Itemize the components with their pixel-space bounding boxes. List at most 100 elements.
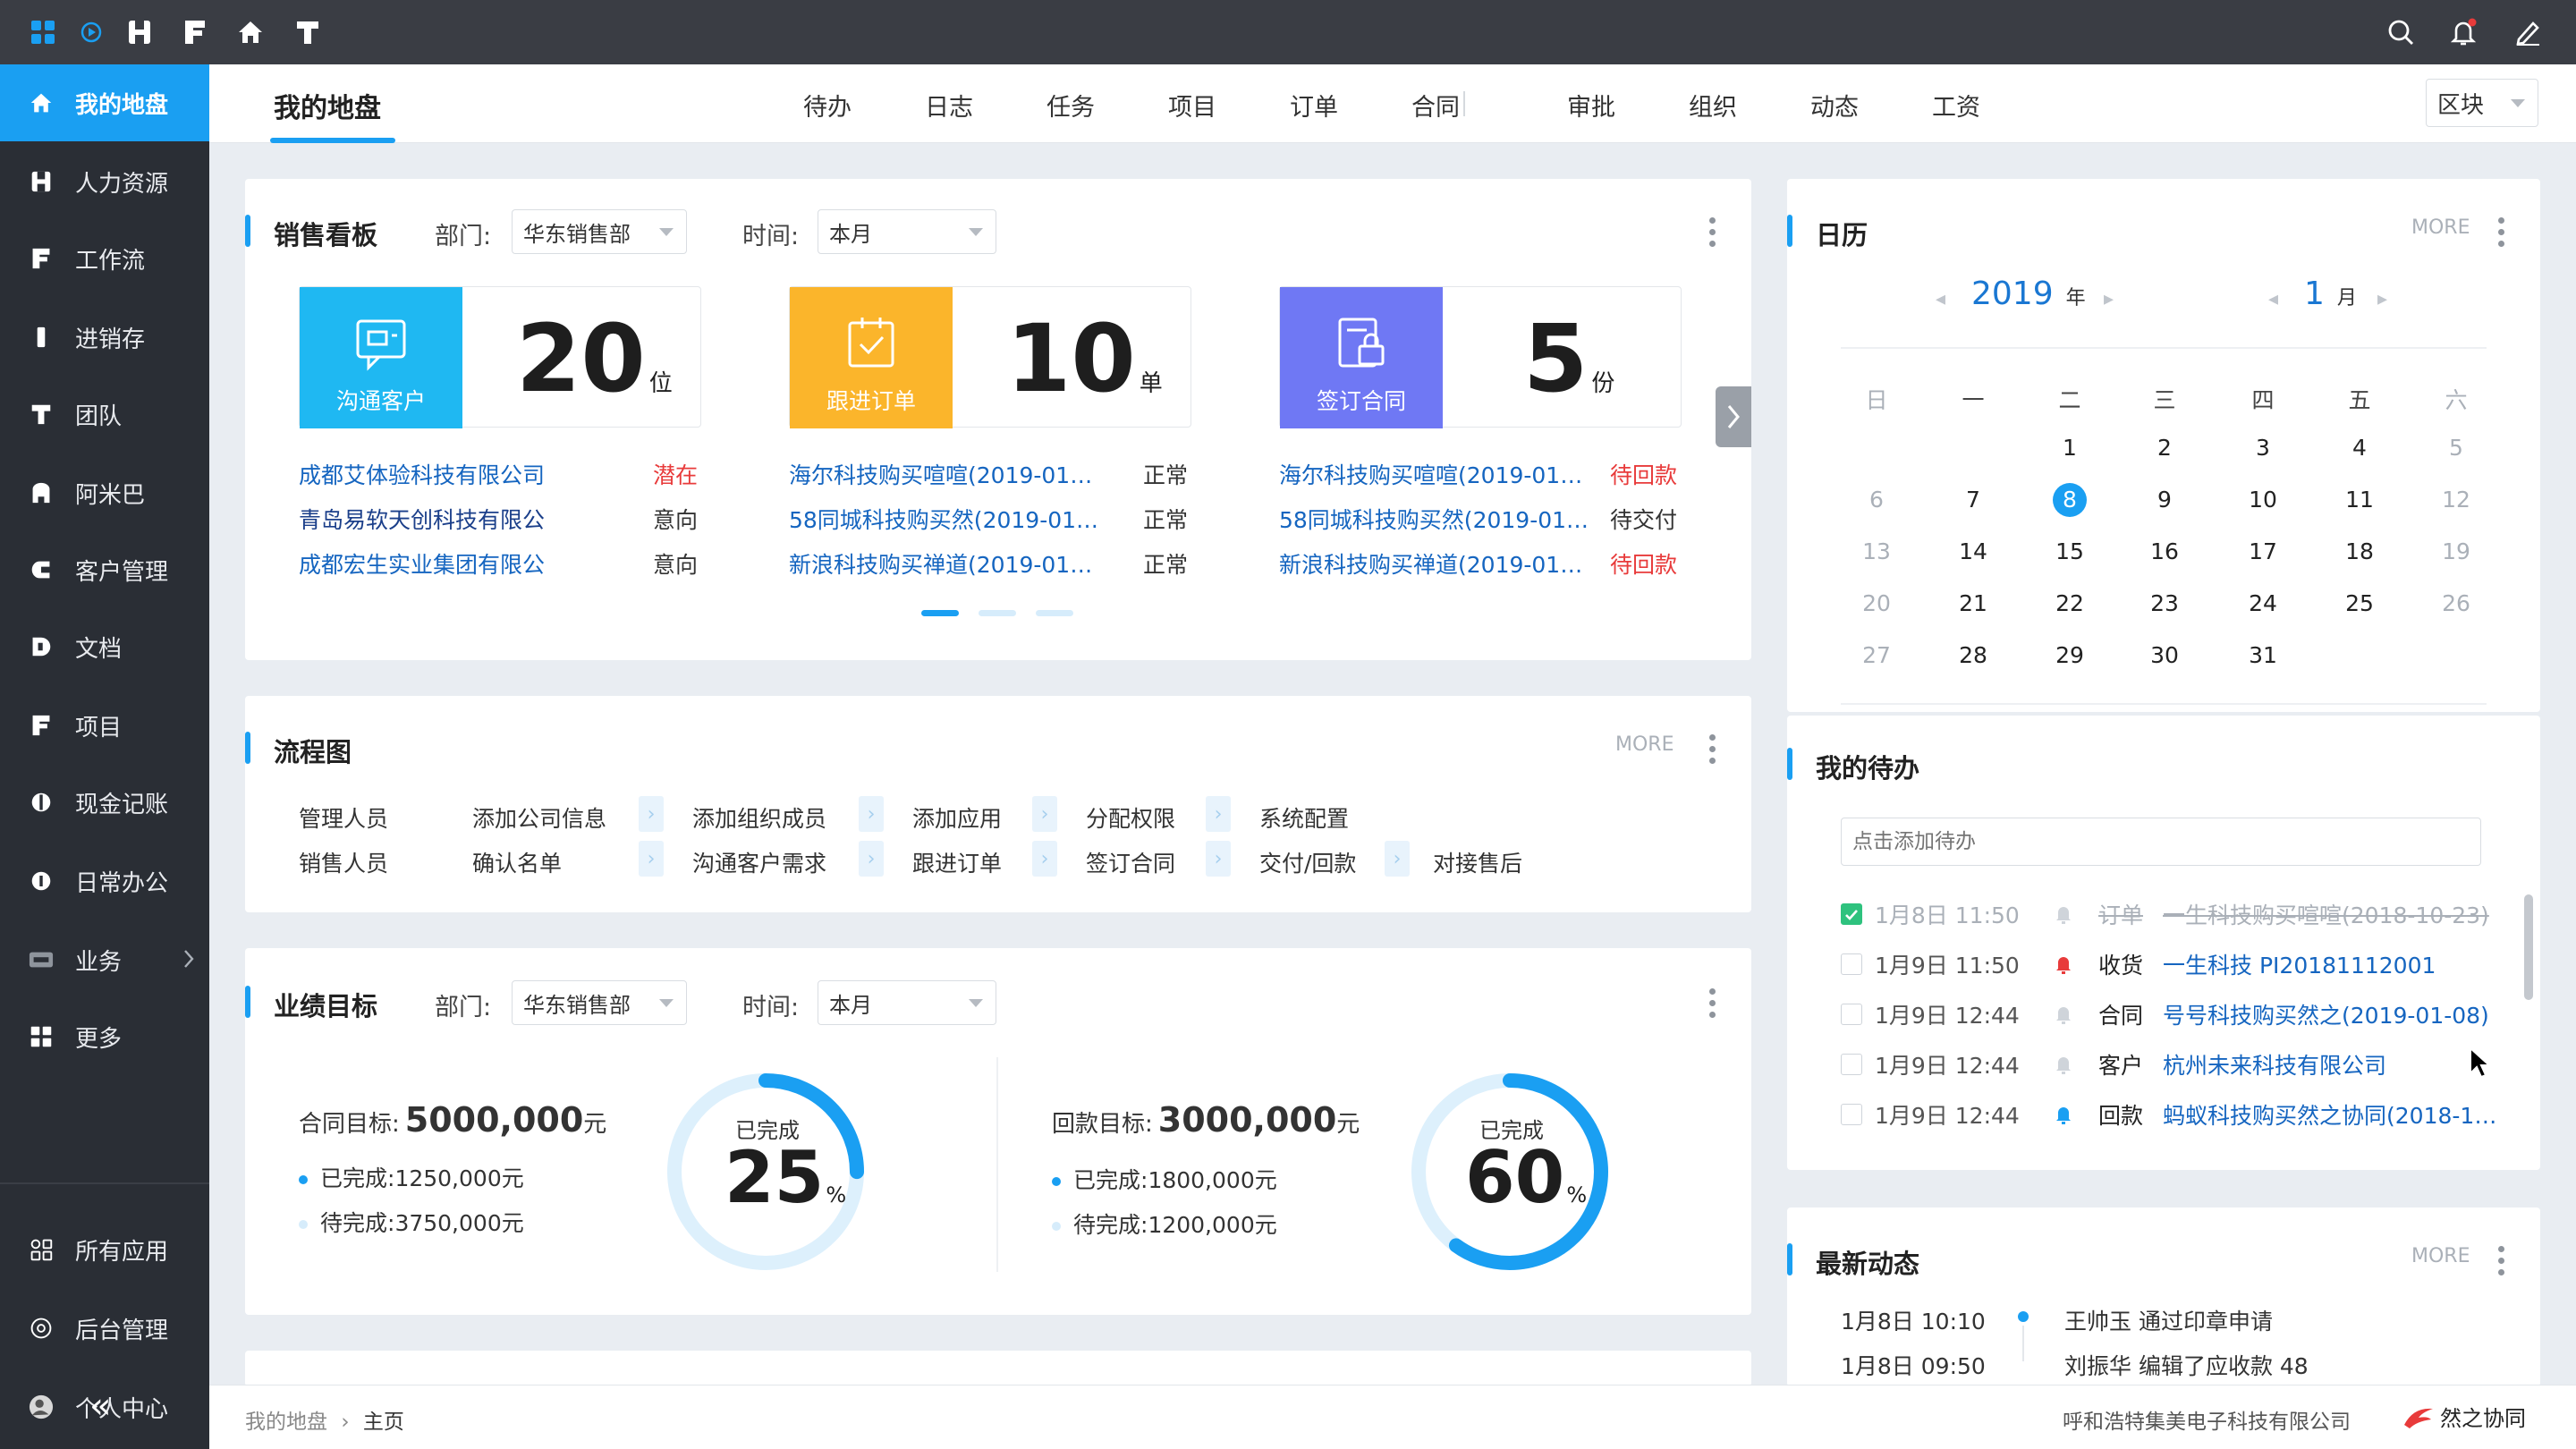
more-options-icon[interactable]	[1708, 215, 1716, 250]
todo-item[interactable]: 1月9日 11:50 收货 一生科技 PI20181112001	[1841, 946, 2436, 982]
pen-icon[interactable]	[2512, 16, 2544, 48]
more-options-icon[interactable]	[2497, 1243, 2504, 1278]
calendar-day[interactable]: 1	[2034, 435, 2106, 461]
next-month-button[interactable]: ▸	[2377, 288, 2387, 310]
bell-icon[interactable]	[2447, 16, 2479, 48]
more-link[interactable]: MORE	[1615, 733, 1674, 756]
todo-checkbox[interactable]	[1841, 1054, 1862, 1075]
pager-dot[interactable]	[1036, 610, 1073, 616]
dept-select[interactable]: 华东销售部	[512, 980, 687, 1025]
stat-box-orders[interactable]: 跟进订单 10 单	[789, 286, 1191, 428]
sidebar-item-crm[interactable]: 客户管理	[0, 531, 209, 608]
more-link[interactable]: MORE	[2411, 216, 2470, 239]
sidebar-item-team[interactable]: 团队	[0, 376, 209, 453]
calendar-day[interactable]: 31	[2227, 642, 2299, 668]
more-options-icon[interactable]	[2497, 215, 2504, 250]
sidebar-item-amoeba[interactable]: 阿米巴	[0, 454, 209, 531]
grid-icon[interactable]	[27, 16, 59, 48]
calendar-day[interactable]: 15	[2034, 538, 2106, 564]
page-title[interactable]: 我的地盘	[274, 86, 381, 125]
stat-box-contracts[interactable]: 签订合同 5份	[1279, 286, 1682, 428]
todo-text[interactable]: 杭州未来科技有限公司	[2163, 1048, 2386, 1080]
list-item[interactable]: 海尔科技购买喧喧(2019-01…	[1279, 458, 1582, 490]
next-year-button[interactable]: ▸	[2104, 288, 2114, 310]
calendar-day[interactable]: 20	[1841, 590, 1912, 616]
calendar-day[interactable]: 18	[2324, 538, 2395, 564]
calendar-day[interactable]: 2	[2129, 435, 2200, 461]
f-icon[interactable]	[179, 16, 211, 48]
flow-step[interactable]: 系统配置	[1259, 801, 1349, 834]
time-select[interactable]: 本月	[818, 209, 996, 254]
calendar-day[interactable]: 25	[2324, 590, 2395, 616]
search-icon[interactable]	[2385, 16, 2417, 48]
flow-step[interactable]: 添加组织成员	[692, 801, 826, 834]
home-icon[interactable]	[234, 16, 267, 48]
todo-item[interactable]: 1月8日 11:50 订单 一生科技购买喧喧(2018-10-23)	[1841, 896, 2489, 932]
calendar-day[interactable]: 8	[2034, 483, 2106, 517]
todo-text[interactable]: 号号科技购买然之(2019-01-08)	[2163, 998, 2489, 1030]
sidebar-item-cash[interactable]: 现金记账	[0, 764, 209, 841]
list-item[interactable]: 成都艾体验科技有限公司	[299, 458, 545, 490]
calendar-day[interactable]: 11	[2324, 487, 2395, 513]
calendar-day[interactable]: 27	[1841, 642, 1912, 668]
tab-approval[interactable]: 审批	[1567, 88, 1615, 123]
scrollbar[interactable]	[2524, 894, 2533, 1000]
collapse-button[interactable]: «	[89, 1388, 111, 1424]
sidebar-item-more[interactable]: 更多	[0, 998, 209, 1075]
calendar-day[interactable]: 9	[2129, 487, 2200, 513]
block-select[interactable]: 区块	[2426, 79, 2538, 127]
sidebar-item-workflow[interactable]: 工作流	[0, 220, 209, 297]
tab-org[interactable]: 组织	[1689, 88, 1737, 123]
news-text[interactable]: 刘振华 编辑了应收款 48	[2064, 1349, 2309, 1381]
t-icon[interactable]	[292, 16, 324, 48]
tab-salary[interactable]: 工资	[1932, 88, 1980, 123]
carousel-next-button[interactable]	[1716, 386, 1751, 447]
tab-todo[interactable]: 待办	[803, 88, 852, 123]
news-text[interactable]: 王帅玉 通过印章申请	[2064, 1304, 2273, 1336]
calendar-day[interactable]: 17	[2227, 538, 2299, 564]
calendar-day[interactable]: 29	[2034, 642, 2106, 668]
flow-step[interactable]: 确认名单	[472, 846, 562, 878]
calendar-day[interactable]: 30	[2129, 642, 2200, 668]
todo-text[interactable]: 一生科技 PI20181112001	[2163, 948, 2436, 980]
flow-step[interactable]: 添加公司信息	[472, 801, 606, 834]
prev-month-button[interactable]: ◂	[2268, 288, 2278, 310]
flow-step[interactable]: 交付/回款	[1259, 846, 1356, 878]
circle-play-icon[interactable]	[75, 16, 107, 48]
calendar-day[interactable]: 19	[2420, 538, 2492, 564]
calendar-day[interactable]: 6	[1841, 487, 1912, 513]
calendar-day[interactable]: 14	[1937, 538, 2009, 564]
calendar-day[interactable]: 13	[1841, 538, 1912, 564]
flow-step[interactable]: 分配权限	[1086, 801, 1175, 834]
stat-box-customers[interactable]: 沟通客户 20 位	[299, 286, 701, 428]
list-item[interactable]: 58同城科技购买然(2019-01…	[789, 503, 1098, 535]
tab-log[interactable]: 日志	[925, 88, 973, 123]
more-options-icon[interactable]	[1708, 986, 1716, 1021]
tab-contract[interactable]: 合同	[1411, 88, 1460, 123]
h-icon[interactable]	[123, 16, 156, 48]
flow-step[interactable]: 跟进订单	[912, 846, 1002, 878]
breadcrumb-item[interactable]: 我的地盘	[245, 1411, 327, 1434]
add-todo-input[interactable]	[1841, 818, 2481, 866]
list-item[interactable]: 成都宏生实业集团有限公	[299, 547, 545, 580]
calendar-day[interactable]: 4	[2324, 435, 2395, 461]
flow-step[interactable]: 签订合同	[1086, 846, 1175, 878]
calendar-day[interactable]: 28	[1937, 642, 2009, 668]
sidebar-item-docs[interactable]: 文档	[0, 608, 209, 685]
prev-year-button[interactable]: ◂	[1936, 288, 1945, 310]
tab-project[interactable]: 项目	[1168, 88, 1216, 123]
pager-dot-active[interactable]	[921, 610, 959, 616]
list-item[interactable]: 新浪科技购买禅道(2019-01…	[1279, 547, 1582, 580]
flow-step[interactable]: 添加应用	[912, 801, 1002, 834]
todo-checkbox[interactable]	[1841, 953, 1862, 975]
calendar-day[interactable]: 24	[2227, 590, 2299, 616]
todo-item[interactable]: 1月9日 12:44 回款 蚂蚁科技购买然之协同(2018-1…	[1841, 1097, 2496, 1132]
calendar-day[interactable]: 3	[2227, 435, 2299, 461]
todo-checkbox[interactable]	[1841, 903, 1862, 925]
sidebar-item-office[interactable]: 日常办公	[0, 843, 209, 919]
more-link[interactable]: MORE	[2411, 1245, 2470, 1267]
calendar-day[interactable]: 16	[2129, 538, 2200, 564]
calendar-day[interactable]: 10	[2227, 487, 2299, 513]
flow-step[interactable]: 对接售后	[1433, 846, 1522, 878]
time-select[interactable]: 本月	[818, 980, 996, 1025]
